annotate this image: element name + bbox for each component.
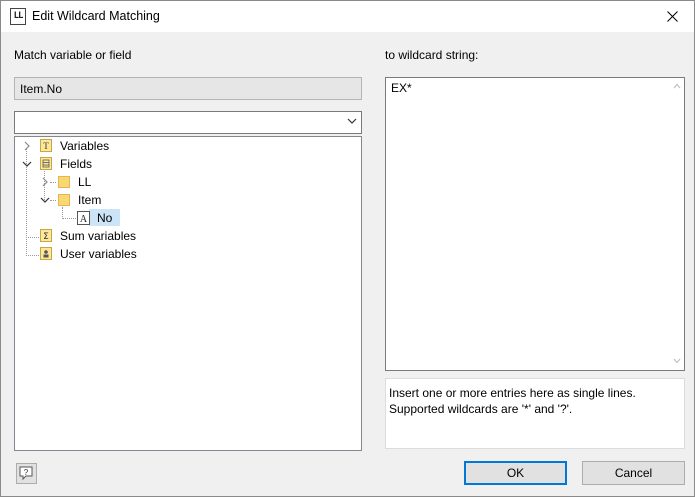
tree-label-ll: LL [78, 175, 92, 189]
tree-item-fields[interactable]: Fields [21, 156, 141, 173]
wildcard-string-value: EX* [391, 81, 412, 95]
tree-label-item: Item [78, 193, 102, 207]
app-icon: LL [10, 8, 26, 25]
variable-icon: T [40, 139, 52, 152]
hint-line-1: Insert one or more entries here as singl… [389, 386, 636, 400]
chevron-right-icon [24, 141, 30, 151]
tree-item-sum-variables[interactable]: Σ Sum variables [21, 228, 161, 245]
ok-button[interactable]: OK [464, 461, 567, 485]
svg-text:A: A [80, 214, 88, 225]
scroll-down-icon[interactable] [673, 358, 681, 364]
folder-icon [58, 194, 70, 206]
variables-tree[interactable]: T Variables Fields LL Item A No Σ Sum va… [14, 136, 362, 451]
tree-label-user-variables: User variables [60, 247, 137, 261]
tree-item-ll[interactable]: LL [39, 174, 139, 191]
help-icon: ? [19, 466, 33, 481]
text-field-icon: A [77, 211, 90, 225]
fields-table-icon [40, 157, 52, 170]
chevron-down-icon [347, 118, 357, 124]
cancel-button[interactable]: Cancel [582, 461, 685, 485]
scroll-up-icon[interactable] [673, 83, 681, 89]
filter-combobox[interactable] [14, 111, 362, 134]
hint-panel: Insert one or more entries here as singl… [385, 378, 685, 449]
folder-icon [58, 176, 70, 188]
tree-label-no: No [97, 211, 113, 225]
wildcard-string-input[interactable]: EX* [385, 77, 685, 371]
close-icon [667, 11, 678, 22]
close-button[interactable] [651, 1, 694, 32]
tree-label-fields: Fields [60, 157, 93, 171]
wildcard-string-label: to wildcard string: [385, 48, 479, 62]
tree-item-variables[interactable]: T Variables [21, 138, 141, 155]
tree-label-sum-variables: Sum variables [60, 229, 137, 243]
tree-item-item[interactable]: Item [39, 192, 139, 209]
tree-item-user-variables[interactable]: User variables [21, 246, 161, 263]
sum-icon: Σ [40, 229, 52, 242]
svg-text:Σ: Σ [43, 232, 49, 242]
chevron-right-icon [42, 177, 48, 187]
hint-line-2: Supported wildcards are '*' and '?'. [389, 402, 573, 416]
edit-wildcard-dialog: LL Edit Wildcard Matching Match variable… [0, 0, 695, 497]
tree-label-variables: Variables [60, 139, 110, 153]
selected-field-display: Item.No [14, 77, 362, 100]
selected-field-text: Item.No [20, 82, 63, 96]
tree-item-no[interactable]: A No [77, 210, 137, 227]
window-title: Edit Wildcard Matching [32, 9, 160, 23]
user-variable-icon [40, 247, 52, 260]
chevron-down-icon [40, 197, 50, 203]
vertical-scrollbar[interactable] [669, 78, 684, 370]
title-bar: LL Edit Wildcard Matching [1, 1, 694, 32]
help-button[interactable]: ? [16, 463, 37, 484]
svg-text:T: T [43, 141, 49, 151]
match-variable-label: Match variable or field [14, 48, 132, 62]
chevron-down-icon [22, 161, 32, 167]
help-glyph: ? [24, 468, 29, 477]
